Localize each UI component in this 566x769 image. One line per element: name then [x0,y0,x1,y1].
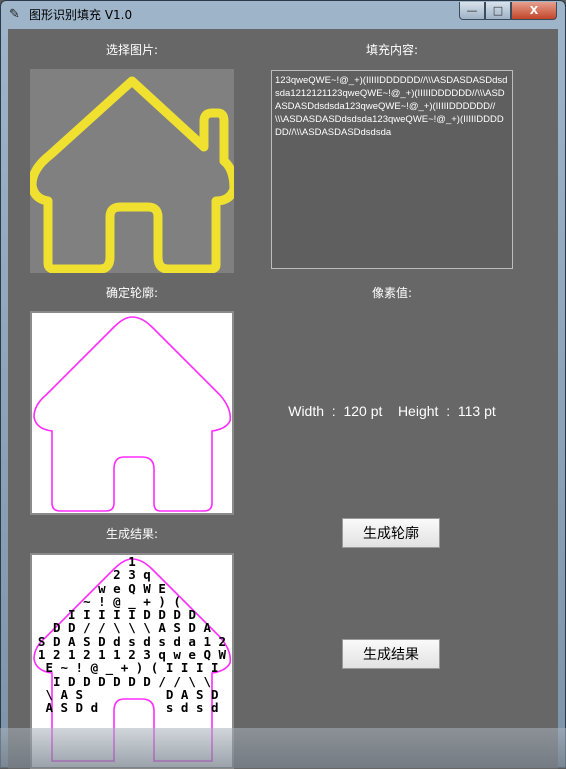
result-text: 12 3 qw e Q W E ~ ! @ _ + ) (I I I I I D … [32,555,232,715]
result-text-row: E ~ ! @ _ + ) ( I I I I [45,660,219,676]
fill-content-textarea[interactable]: 123qweQWE~!@_+)(IIIIIDDDDDD//\\\ASDASDAS… [271,70,513,269]
app-window: ✎ 图形识别填充 V1.0 — □ X 选择图片: 填充内容: 123qweQW… [0,0,566,769]
result-text-row: 1 [128,554,136,569]
contour-image[interactable] [30,311,234,515]
result-text-row: D D / / \ \ \ A S D A [52,620,212,636]
result-text-row: 1 2 1 2 1 1 2 3 q w e Q W [37,647,227,663]
contour-label: 确定轮廓: [105,286,159,300]
generate-result-button[interactable]: 生成结果 [342,639,440,669]
pixel-info-text: Width : 120 pt Height : 113 pt [288,403,496,419]
result-text-row: A S D d s d s d [45,700,219,716]
result-text-row: I I I I I D D D D [68,607,196,623]
select-image-label: 选择图片: [105,43,159,57]
pixel-value-label: 像素值: [371,286,413,300]
result-label: 生成结果: [105,527,159,541]
feather-icon: ✎ [9,7,20,22]
result-text-row: \ A S D A S D [45,686,219,702]
result-text-row: S D A S D d s d s d a 1 2 [37,633,227,649]
minimize-button[interactable]: — [459,2,485,20]
title-bar[interactable]: ✎ 图形识别填充 V1.0 — □ X [1,1,565,29]
result-text-row: I D D D D D D / / \ \ [52,673,212,689]
fill-content-label: 填充内容: [365,43,419,57]
close-button[interactable]: X [511,2,557,20]
source-image[interactable] [27,69,239,274]
window-title: 图形识别填充 V1.0 [29,8,133,22]
taskbar [0,728,566,768]
client-area: 选择图片: 填充内容: 123qweQWE~!@_+)(IIIIIDDDDDD/… [8,29,558,769]
generate-contour-button[interactable]: 生成轮廓 [342,518,440,548]
maximize-button[interactable]: □ [485,2,511,20]
result-text-row: ~ ! @ _ + ) ( [83,593,181,609]
result-text-row: 2 3 q [113,567,151,583]
result-text-row: w e Q W E [98,580,166,596]
window-controls: — □ X [459,2,557,21]
